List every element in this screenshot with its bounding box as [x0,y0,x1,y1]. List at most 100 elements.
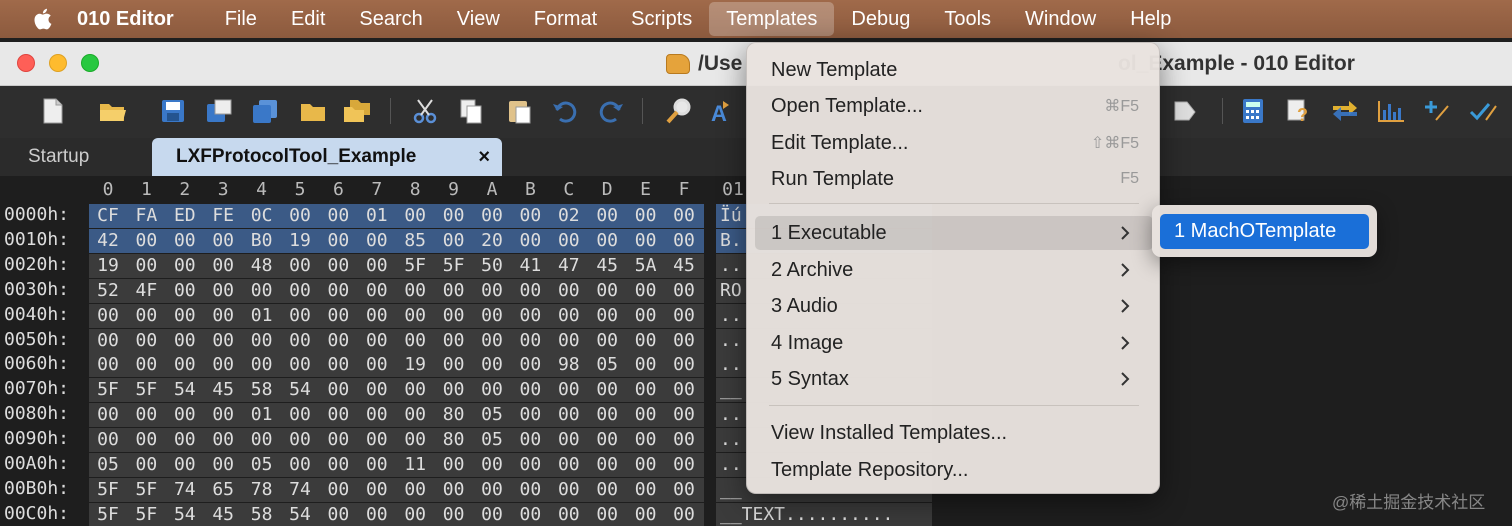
bookmark-icon[interactable] [1170,96,1200,126]
hex-byte[interactable]: 00 [550,454,588,475]
hex-byte[interactable]: 00 [319,504,357,525]
hex-byte[interactable]: 00 [627,504,665,525]
hex-byte[interactable]: 00 [435,305,473,326]
hex-byte[interactable]: 00 [204,280,242,301]
hex-byte[interactable]: 00 [627,379,665,400]
hex-byte[interactable]: 00 [511,379,549,400]
ascii-text[interactable]: __ [720,479,742,500]
save-as-icon[interactable] [204,96,234,126]
menu-item-view-installed-templates[interactable]: View Installed Templates... [755,416,1153,450]
hex-byte[interactable]: 00 [588,404,626,425]
hex-byte[interactable]: 05 [473,404,511,425]
menu-item-edit-template[interactable]: Edit Template... ⇧⌘F5 [755,126,1153,160]
ascii-text[interactable]: RO [720,280,742,301]
hex-byte[interactable]: 00 [665,205,703,226]
cut-icon[interactable] [410,96,440,126]
menu-item-template-repository[interactable]: Template Repository... [755,453,1153,487]
tab-lxfprotocoltool-example[interactable]: LXFProtocolTool_Example × [152,138,502,176]
hex-byte[interactable]: 00 [166,404,204,425]
copy-icon[interactable] [456,96,486,126]
hex-byte[interactable]: 00 [166,230,204,251]
hex-byte[interactable]: 00 [627,429,665,450]
hex-byte[interactable]: 00 [166,429,204,450]
ascii-text[interactable]: .. [720,330,742,351]
hex-byte[interactable]: 00 [127,330,165,351]
hex-byte[interactable]: 05 [243,454,281,475]
menu-scripts[interactable]: Scripts [614,0,709,38]
hex-byte[interactable]: 00 [89,305,127,326]
close-window-button[interactable] [17,54,35,72]
hex-byte[interactable]: 00 [281,280,319,301]
hex-byte[interactable]: 00 [166,280,204,301]
open-folder-icon[interactable] [98,96,128,126]
hex-byte[interactable]: 00 [358,280,396,301]
hex-byte[interactable]: 00 [665,379,703,400]
save-all-icon[interactable] [250,96,280,126]
hex-byte[interactable]: 00 [319,330,357,351]
find-icon[interactable] [664,96,694,126]
hex-byte[interactable]: 74 [166,479,204,500]
hex-byte[interactable]: 00 [127,255,165,276]
hex-byte[interactable]: 00 [511,354,549,375]
menu-edit[interactable]: Edit [274,0,342,38]
hex-byte[interactable]: 00 [665,454,703,475]
hex-byte[interactable]: 5F [89,479,127,500]
app-menu[interactable]: 010 Editor [77,8,174,31]
workspace-icon[interactable] [342,96,372,126]
hex-byte[interactable]: 00 [89,354,127,375]
hex-byte[interactable]: 00 [550,504,588,525]
hex-byte[interactable]: 00 [358,230,396,251]
new-file-icon[interactable] [38,96,68,126]
hex-byte[interactable]: 00 [435,479,473,500]
hex-byte[interactable]: 00 [396,504,434,525]
menu-templates[interactable]: Templates [709,2,835,36]
menu-item-open-template[interactable]: Open Template... ⌘F5 [755,89,1153,123]
hex-byte[interactable]: 00 [665,280,703,301]
hex-byte[interactable]: 54 [281,379,319,400]
hex-byte[interactable]: 00 [550,280,588,301]
hex-byte[interactable]: 00 [281,354,319,375]
ascii-text[interactable]: B. [720,230,742,251]
hex-byte[interactable]: 00 [627,205,665,226]
hex-byte[interactable]: 00 [281,305,319,326]
hex-byte[interactable]: 00 [473,454,511,475]
save-icon[interactable] [158,96,188,126]
inspector-icon[interactable]: ? [1284,96,1314,126]
hex-byte[interactable]: 00 [511,504,549,525]
hex-byte[interactable]: 00 [204,354,242,375]
hex-byte[interactable]: 00 [281,205,319,226]
hex-byte[interactable]: 00 [281,429,319,450]
hex-byte[interactable]: 00 [281,330,319,351]
hex-byte[interactable]: 00 [435,354,473,375]
hex-byte[interactable]: 54 [166,504,204,525]
hex-byte[interactable]: 00 [665,479,703,500]
hex-byte[interactable]: 00 [281,404,319,425]
menu-view[interactable]: View [440,0,517,38]
hex-byte[interactable]: 00 [243,429,281,450]
hex-byte[interactable]: 01 [243,305,281,326]
hex-byte[interactable]: 00 [396,205,434,226]
hex-byte[interactable]: 00 [473,479,511,500]
hex-byte[interactable]: 00 [89,429,127,450]
hex-byte[interactable]: 45 [665,255,703,276]
hex-byte[interactable]: 00 [358,330,396,351]
hex-byte[interactable]: 00 [511,330,549,351]
histogram-icon[interactable] [1376,96,1406,126]
menu-item-4-image[interactable]: 4 Image [755,326,1153,360]
hex-byte[interactable]: 00 [166,454,204,475]
hex-byte[interactable]: 00 [358,255,396,276]
hex-byte[interactable]: 00 [319,305,357,326]
hex-byte[interactable]: 52 [89,280,127,301]
hex-byte[interactable]: 00 [588,330,626,351]
hex-byte[interactable]: 00 [627,230,665,251]
hex-byte[interactable]: 00 [665,330,703,351]
hex-byte[interactable]: 00 [473,330,511,351]
hex-byte[interactable]: 00 [473,205,511,226]
close-tab-icon[interactable]: × [478,146,490,169]
hex-byte[interactable]: 00 [627,280,665,301]
hex-byte[interactable]: 00 [588,429,626,450]
hex-byte[interactable]: 00 [550,230,588,251]
hex-byte[interactable]: 00 [588,280,626,301]
hex-byte[interactable]: 00 [435,330,473,351]
menu-format[interactable]: Format [517,0,614,38]
